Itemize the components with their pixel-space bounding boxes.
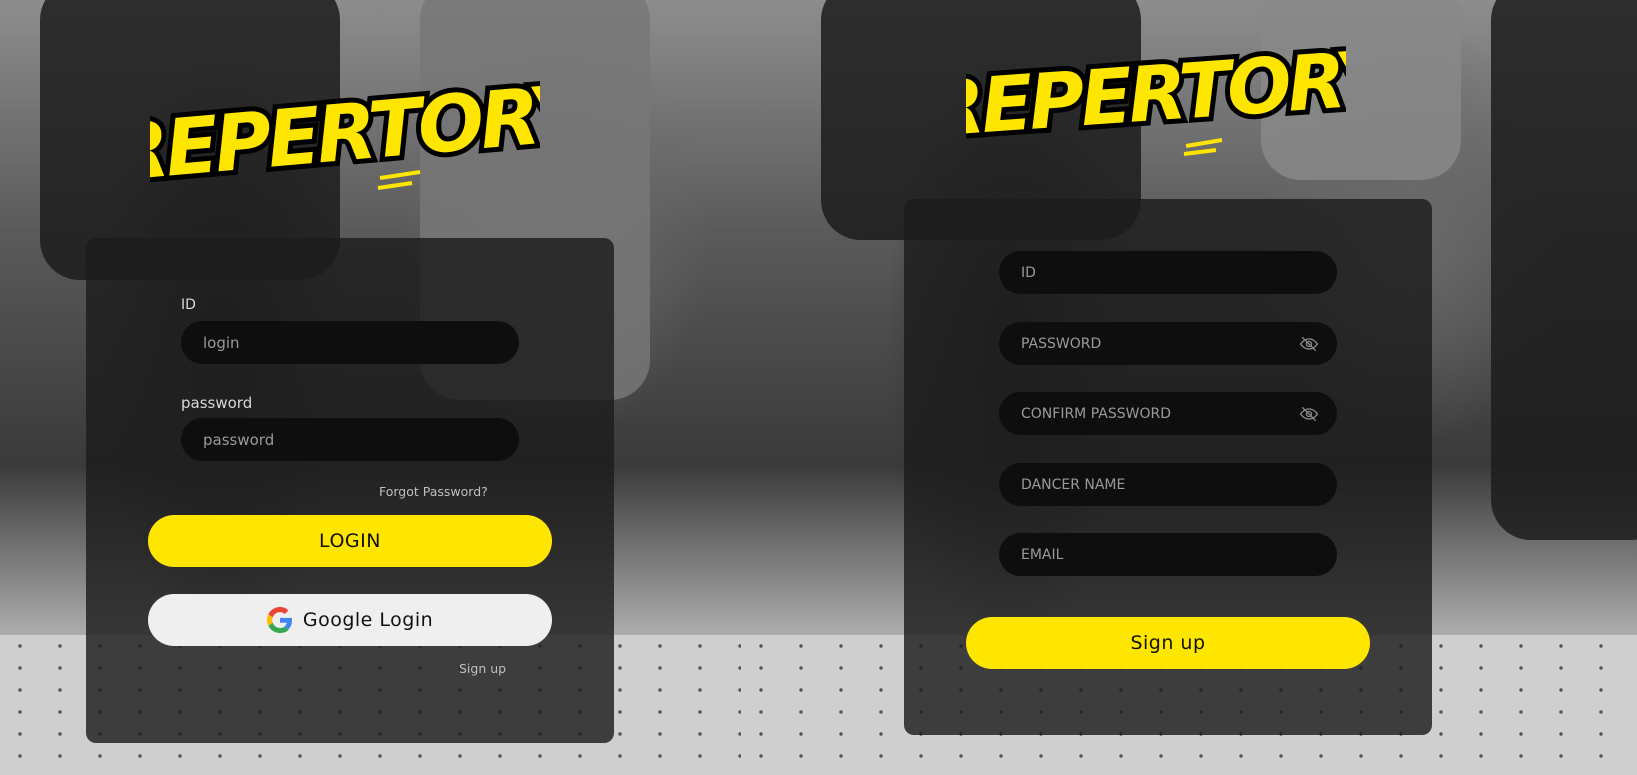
eye-off-icon[interactable] (1299, 334, 1319, 354)
password-label: password (181, 394, 253, 412)
logo-text: REPERTORY (966, 32, 1346, 154)
login-card (86, 238, 614, 743)
login-button[interactable]: LOGIN (148, 515, 552, 567)
id-input[interactable]: login (181, 321, 519, 364)
google-icon (266, 607, 292, 633)
email-placeholder: EMAIL (1021, 546, 1064, 563)
id-label: ID (181, 297, 196, 313)
login-screen: REPERTORY REPERTORY ID login password pa… (0, 0, 741, 775)
google-login-button[interactable]: Google Login (148, 594, 552, 646)
signup-id-placeholder: ID (1021, 264, 1036, 281)
login-button-label: LOGIN (319, 530, 381, 552)
signup-button-label: Sign up (1130, 632, 1206, 654)
email-input[interactable]: EMAIL (999, 533, 1337, 576)
signup-screen: REPERTORY REPERTORY ID PASSWORD CONFIRM … (741, 0, 1637, 775)
eye-off-icon[interactable] (1299, 404, 1319, 424)
repertory-logo: REPERTORY REPERTORY (101, 60, 602, 205)
signup-password-input[interactable]: PASSWORD (999, 322, 1337, 365)
dancer-name-placeholder: DANCER NAME (1021, 476, 1126, 493)
confirm-password-input[interactable]: CONFIRM PASSWORD (999, 392, 1337, 435)
password-placeholder: password (203, 430, 275, 449)
repertory-logo: REPERTORY REPERTORY (919, 20, 1405, 160)
logo-text: REPERTORY (150, 68, 540, 200)
id-placeholder: login (203, 333, 240, 352)
dancer-name-input[interactable]: DANCER NAME (999, 463, 1337, 506)
signup-id-input[interactable]: ID (999, 251, 1337, 294)
signup-link[interactable]: Sign up (459, 661, 506, 676)
forgot-password-link[interactable]: Forgot Password? (379, 484, 488, 499)
confirm-password-placeholder: CONFIRM PASSWORD (1021, 405, 1171, 422)
signup-button[interactable]: Sign up (966, 617, 1370, 669)
password-input[interactable]: password (181, 418, 519, 461)
signup-password-placeholder: PASSWORD (1021, 335, 1102, 352)
google-login-label: Google Login (302, 609, 434, 631)
